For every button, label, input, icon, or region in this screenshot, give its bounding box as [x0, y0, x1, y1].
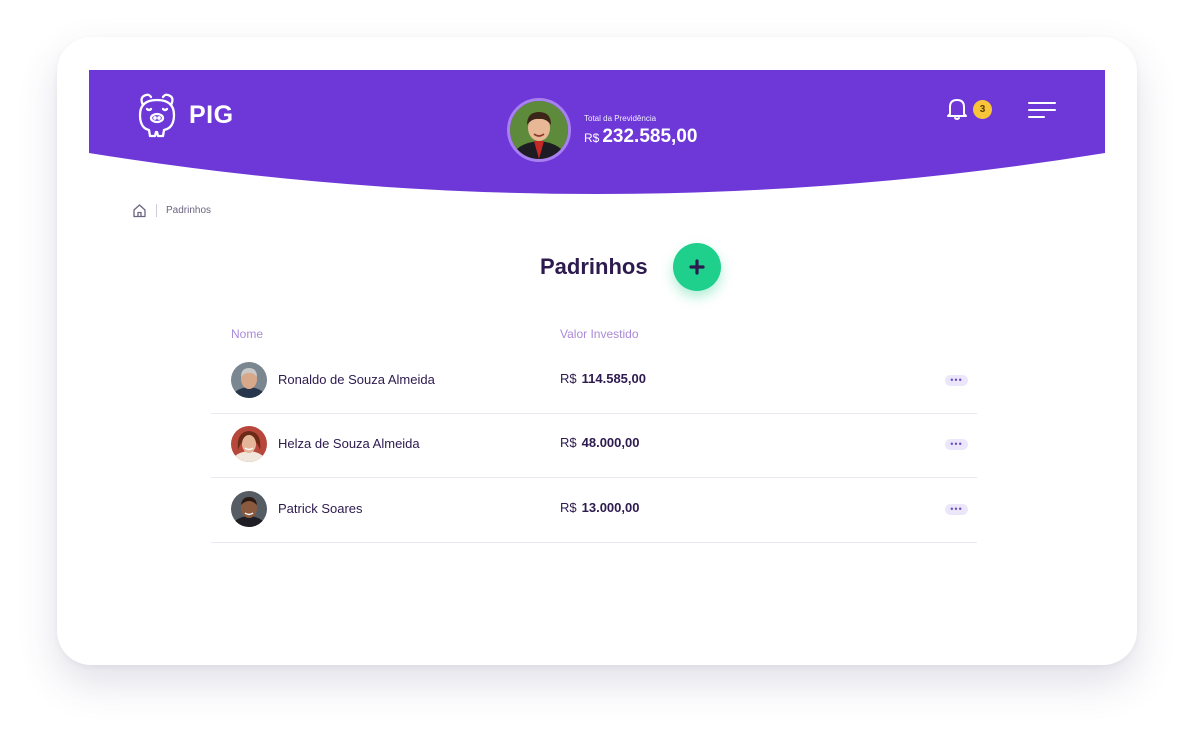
avatar-photo [231, 426, 267, 462]
invested-value: R$ 13.000,00 [560, 500, 639, 515]
add-godparent-button[interactable] [673, 243, 721, 291]
invested-value: R$ 48.000,00 [560, 435, 639, 450]
breadcrumb: Padrinhos [132, 203, 211, 218]
column-header-name: Nome [231, 327, 264, 341]
more-icon[interactable]: ••• [945, 375, 968, 386]
column-header-value: Valor Investido [560, 327, 639, 341]
godparent-name: Ronaldo de Souza Almeida [278, 372, 435, 387]
total-label: Total da Previdência [584, 114, 657, 123]
table-row[interactable]: Patrick Soares R$ 13.000,00 ••• [211, 478, 977, 543]
currency: R$ [560, 500, 577, 515]
invested-value: R$ 114.585,00 [560, 371, 646, 386]
amount: 48.000,00 [581, 435, 640, 450]
amount: 13.000,00 [581, 500, 640, 515]
total-value: 232.585,00 [602, 126, 698, 147]
page-title: Padrinhos [540, 254, 648, 279]
breadcrumb-separator [156, 204, 157, 217]
home-icon[interactable] [132, 203, 147, 218]
godparent-name: Patrick Soares [278, 501, 363, 516]
notification-badge: 3 [973, 100, 992, 119]
app-screen: PIG Total da Previdência R$ 232.585,00 3 [89, 70, 1105, 665]
total-currency: R$ [584, 131, 600, 145]
avatar [231, 362, 267, 398]
currency: R$ [560, 435, 577, 450]
currency: R$ [560, 371, 577, 386]
table-row[interactable]: Helza de Souza Almeida R$ 48.000,00 ••• [211, 413, 977, 478]
app-logo[interactable]: PIG [134, 92, 234, 138]
retirement-total: Total da Previdência R$ 232.585,00 [584, 114, 697, 148]
device-frame: PIG Total da Previdência R$ 232.585,00 3 [57, 37, 1137, 665]
avatar [231, 491, 267, 527]
user-photo [510, 101, 568, 159]
app-name: PIG [189, 100, 234, 129]
piggy-bank-icon [138, 93, 176, 138]
user-avatar[interactable] [507, 98, 571, 162]
more-icon[interactable]: ••• [945, 504, 968, 515]
table-row[interactable]: Ronaldo de Souza Almeida R$ 114.585,00 ••… [211, 349, 977, 414]
hamburger-menu-icon[interactable] [1028, 101, 1056, 119]
godparent-name: Helza de Souza Almeida [278, 436, 420, 451]
amount: 114.585,00 [581, 371, 646, 386]
bell-icon[interactable] [946, 97, 968, 121]
more-icon[interactable]: ••• [945, 439, 968, 450]
breadcrumb-current: Padrinhos [166, 205, 212, 216]
avatar [231, 426, 267, 462]
avatar-photo [231, 491, 267, 527]
plus-icon [689, 259, 705, 275]
avatar-photo [231, 362, 267, 398]
